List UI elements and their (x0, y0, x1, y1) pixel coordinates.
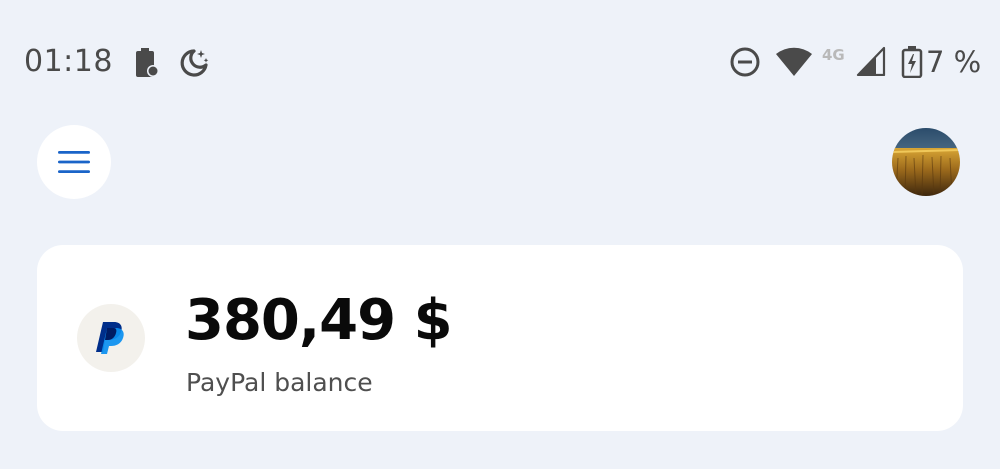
wifi-icon (776, 47, 812, 76)
balance-amount: 380,49 $ (185, 288, 453, 353)
profile-avatar-image (892, 128, 960, 196)
paypal-balance-card[interactable]: 380,49 $ PayPal balance (37, 245, 963, 431)
balance-label: PayPal balance (186, 368, 373, 397)
avatar[interactable] (892, 128, 960, 196)
battery-charging-icon (901, 46, 923, 78)
night-mode-icon (180, 49, 209, 77)
battery-alert-icon (136, 48, 158, 77)
cellular-signal-icon (856, 46, 886, 76)
status-bar: 01:18 4G 7 % (0, 0, 1000, 128)
paypal-logo-icon (96, 322, 124, 354)
network-type-label: 4G (822, 46, 845, 64)
do-not-disturb-icon (730, 47, 760, 77)
menu-button[interactable] (37, 125, 111, 199)
paypal-logo-badge (77, 304, 145, 372)
hamburger-menu-icon (58, 151, 90, 173)
status-time: 01:18 (24, 44, 113, 79)
battery-percent: 7 % (926, 45, 982, 79)
